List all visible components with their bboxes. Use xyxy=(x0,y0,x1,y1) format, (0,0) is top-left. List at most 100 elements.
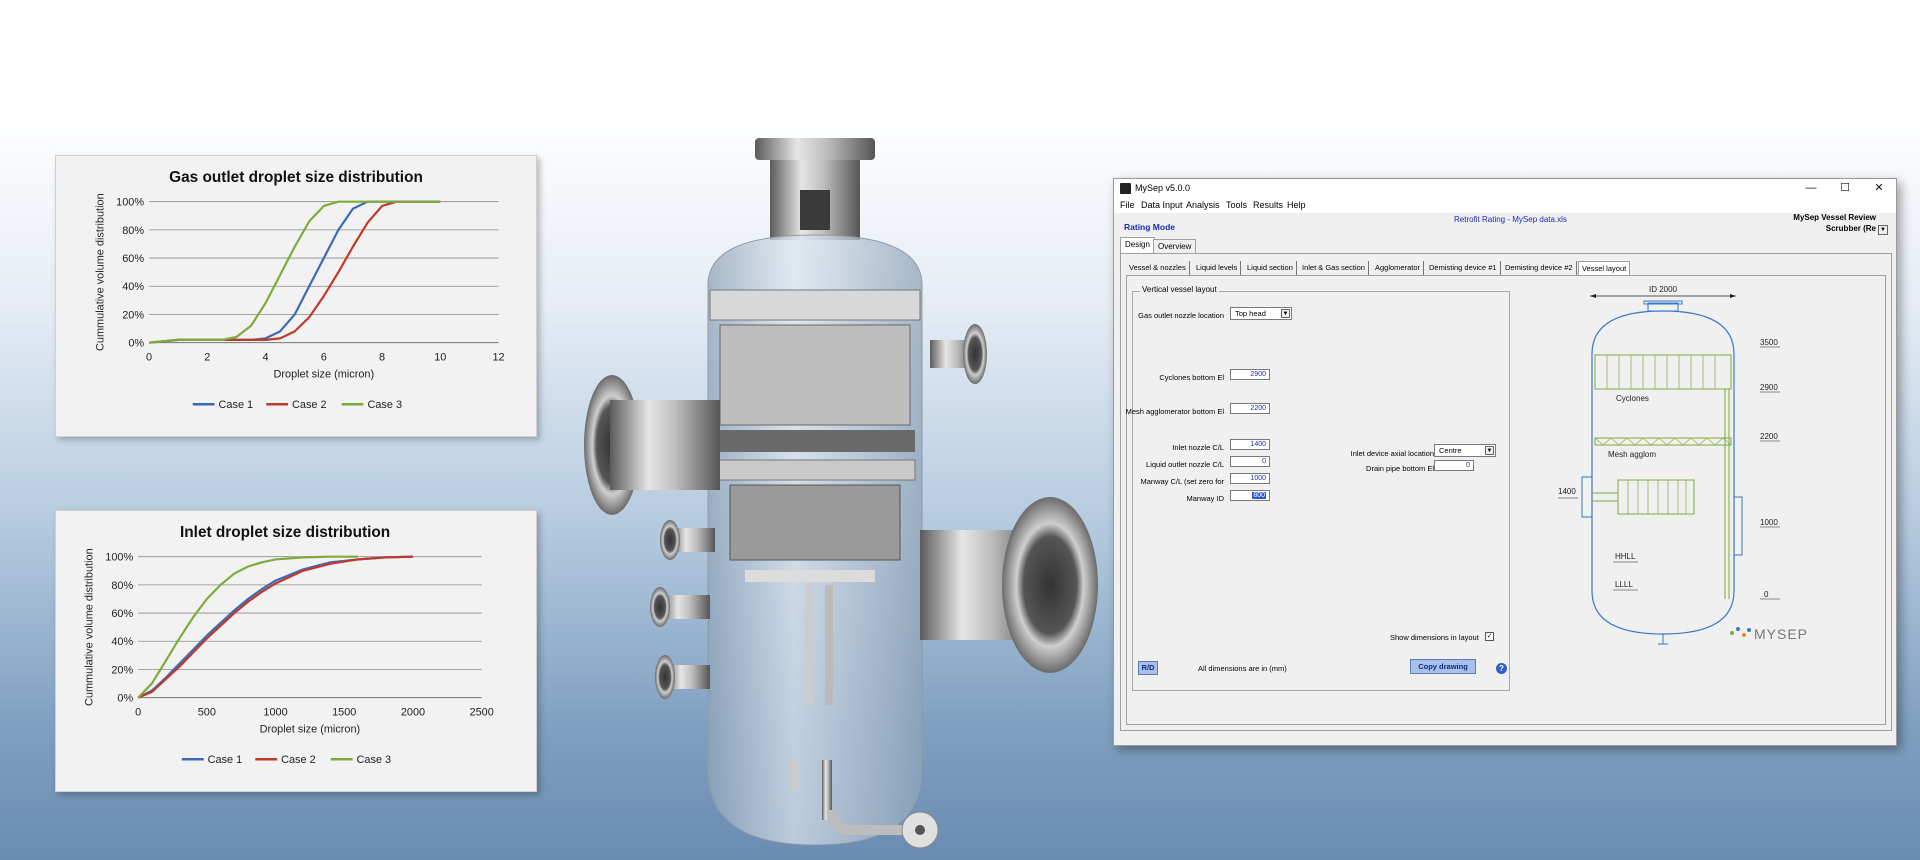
menu-file[interactable]: File xyxy=(1120,200,1135,210)
drain-pipe-label: Drain pipe bottom El xyxy=(1366,464,1434,473)
y-tick-label: 0% xyxy=(117,693,133,705)
inlet-device-select[interactable]: Centre ▼ xyxy=(1434,444,1496,457)
tab-vessel-nozzles[interactable]: Vessel & nozzles xyxy=(1126,261,1190,275)
menu-help[interactable]: Help xyxy=(1287,200,1306,210)
x-tick-label: 0 xyxy=(135,707,141,719)
cyclone-tubes xyxy=(1606,355,1716,389)
scrubber-select[interactable]: Scrubber (Re ▼ xyxy=(1818,224,1888,236)
group-title: Vertical vessel layout xyxy=(1140,285,1219,294)
manway-nozzle xyxy=(1733,496,1743,556)
chevron-down-icon[interactable]: ▼ xyxy=(1281,309,1290,318)
cyclones-bottom-label: Cyclones bottom El xyxy=(1159,373,1224,382)
chevron-down-icon[interactable]: ▼ xyxy=(1878,225,1888,235)
maximize-button[interactable]: ☐ xyxy=(1830,180,1860,196)
series-line xyxy=(137,555,413,699)
close-button[interactable]: ✕ xyxy=(1864,180,1894,196)
mesh-agglom-label: Mesh agglomerator bottom El xyxy=(1125,407,1224,416)
x-tick-label: 8 xyxy=(379,352,385,364)
mysep-logo: MYSEP xyxy=(1754,626,1808,642)
series-line xyxy=(137,555,413,699)
window-title: MySep v5.0.0 xyxy=(1135,183,1191,193)
show-dims-checkbox[interactable]: ✓ xyxy=(1485,632,1494,641)
inlet-nozzle-label: Inlet nozzle C/L xyxy=(1172,443,1224,452)
arrow-left-icon xyxy=(1590,294,1596,298)
tab-liquid-levels[interactable]: Liquid levels xyxy=(1193,261,1242,275)
mode-label: Rating Mode xyxy=(1124,222,1175,232)
inlet-chart-svg: Inlet droplet size distribution 0% 20% 40%… xyxy=(83,524,493,766)
legend-label: Case 2 xyxy=(292,399,327,411)
menu-tools[interactable]: Tools xyxy=(1226,200,1247,210)
gas-outlet-select[interactable]: Top head ▼ xyxy=(1230,307,1292,320)
scrubber-value: Scrubber (Re xyxy=(1825,224,1876,233)
mysep-app-icon xyxy=(1120,183,1131,194)
cyclones-bottom-input[interactable]: 2900 xyxy=(1230,369,1270,380)
x-tick-label: 1000 xyxy=(263,707,287,719)
inlet-nozzle-input[interactable]: 1400 xyxy=(1230,439,1270,450)
x-axis-label: Droplet size (micron) xyxy=(260,723,361,735)
inlet-device-label: Inlet device axial location xyxy=(1350,449,1434,458)
y-tick-label: 100% xyxy=(105,552,133,564)
elev-0-label: 0 xyxy=(1764,590,1769,599)
legend-label: Case 1 xyxy=(208,754,243,766)
x-tick-label: 2000 xyxy=(401,707,425,719)
x-axis-label: Droplet size (micron) xyxy=(273,368,374,380)
elev-3500-label: 3500 xyxy=(1760,338,1778,347)
rd-button[interactable]: R/D xyxy=(1138,661,1158,675)
menu-data-input[interactable]: Data Input xyxy=(1141,200,1183,210)
menu-analysis[interactable]: Analysis xyxy=(1186,200,1220,210)
minimize-button[interactable]: — xyxy=(1796,180,1826,196)
tab-vessel-layout[interactable]: Vessel layout xyxy=(1578,261,1631,275)
y-axis-label: Cummulative volume distribution xyxy=(94,193,106,351)
tab-agglomerator[interactable]: Agglomerator xyxy=(1372,261,1425,275)
x-tick-label: 0 xyxy=(146,352,152,364)
y-tick-label: 60% xyxy=(111,608,133,620)
series-line xyxy=(148,200,441,344)
chevron-down-icon[interactable]: ▼ xyxy=(1485,446,1494,455)
mesh-pattern xyxy=(1594,437,1732,446)
x-tick-label: 6 xyxy=(321,352,327,364)
drain-pipe-input[interactable]: 0 xyxy=(1434,460,1474,471)
elev-2200-label: 2200 xyxy=(1760,432,1778,441)
help-icon[interactable]: ? xyxy=(1496,663,1507,674)
cyclones-label: Cyclones xyxy=(1616,394,1649,403)
inlet-chart: Inlet droplet size distribution 0% 20% 40%… xyxy=(55,510,537,792)
inlet-vanes xyxy=(1627,480,1687,514)
x-tick-label: 1500 xyxy=(332,707,356,719)
dims-note: All dimensions are in (mm) xyxy=(1198,664,1287,673)
llll-label: LLLL xyxy=(1615,580,1633,589)
x-tick-label: 500 xyxy=(198,707,216,719)
id-label: ID 2000 xyxy=(1649,285,1678,294)
tab-overview[interactable]: Overview xyxy=(1153,239,1197,253)
legend-label: Case 1 xyxy=(219,399,254,411)
series-line xyxy=(148,200,441,344)
manway-cl-input[interactable]: 1000 xyxy=(1230,473,1270,484)
inlet-elevation-label: 1400 xyxy=(1558,487,1576,496)
tab-inlet-gas-section[interactable]: Inlet & Gas section xyxy=(1299,261,1369,275)
chart-title: Gas outlet droplet size distribution xyxy=(169,169,423,186)
manway-id-label: Manway ID xyxy=(1186,494,1224,503)
elev-1000-label: 1000 xyxy=(1760,518,1778,527)
copy-drawing-button[interactable]: Copy drawing xyxy=(1410,659,1476,674)
arrow-right-icon xyxy=(1730,294,1736,298)
x-tick-label: 2 xyxy=(204,352,210,364)
x-tick-label: 10 xyxy=(434,352,446,364)
gas-outlet-value: Top head xyxy=(1235,309,1266,318)
series-line xyxy=(148,200,441,344)
tab-demisting-2[interactable]: Demisting device #2 xyxy=(1502,261,1577,275)
vertical-layout-group xyxy=(1132,291,1510,691)
inlet-device-value: Centre xyxy=(1439,446,1462,455)
manway-id-input[interactable]: 800 xyxy=(1230,490,1270,501)
mesh-agglom-input[interactable]: 2200 xyxy=(1230,403,1270,414)
series-line xyxy=(137,555,358,699)
tab-demisting-1[interactable]: Demisting device #1 xyxy=(1426,261,1501,275)
review-label: MySep Vessel Review xyxy=(1793,213,1876,222)
tab-design[interactable]: Design xyxy=(1120,237,1155,253)
menu-results[interactable]: Results xyxy=(1253,200,1283,210)
elev-2900-label: 2900 xyxy=(1760,383,1778,392)
tab-liquid-section[interactable]: Liquid section xyxy=(1244,261,1297,275)
liquid-outlet-input[interactable]: 0 xyxy=(1230,456,1270,467)
mysep-window: MySep v5.0.0 — ☐ ✕ File Data Input Analy… xyxy=(1113,178,1897,746)
y-tick-label: 0% xyxy=(128,338,144,350)
y-tick-label: 40% xyxy=(122,281,144,293)
gas-outlet-chart-svg: Gas outlet droplet size distribution 0% 2… xyxy=(94,169,504,411)
